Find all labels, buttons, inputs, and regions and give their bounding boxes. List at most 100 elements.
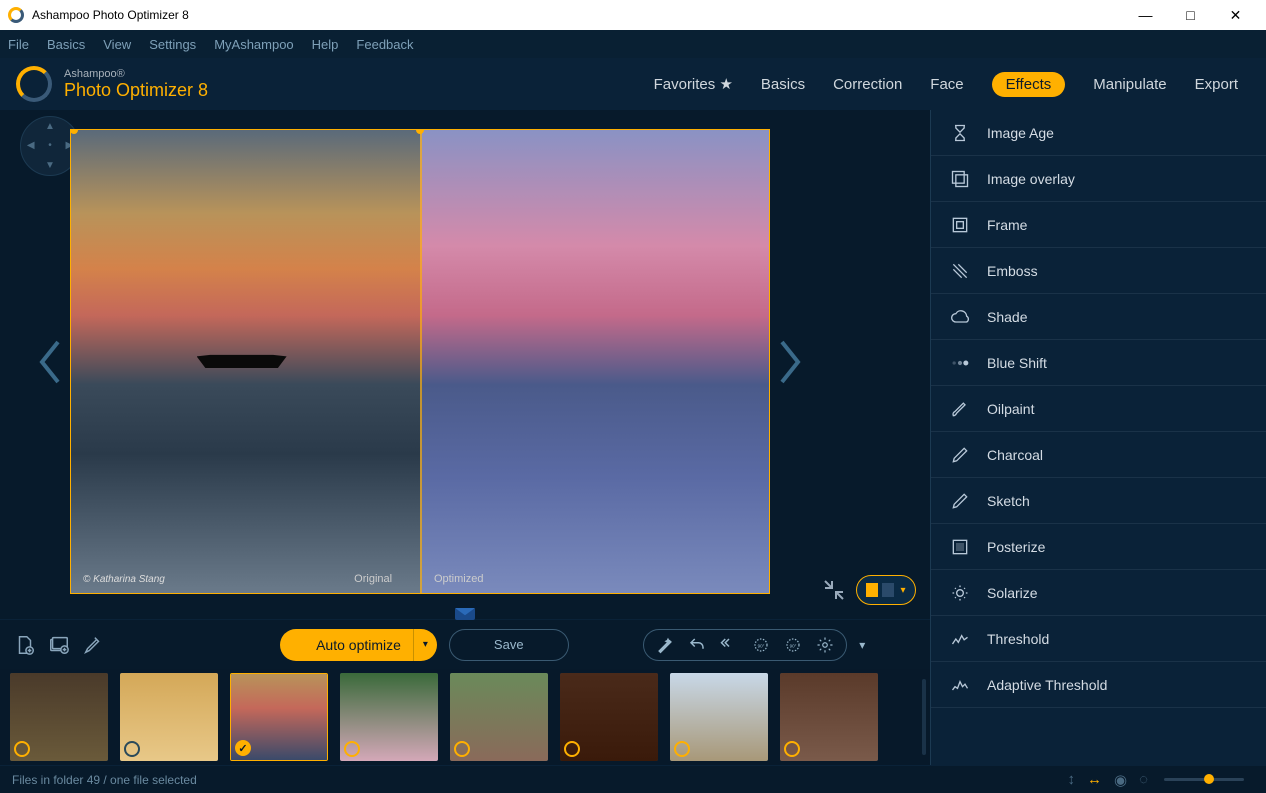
effect-posterize[interactable]: Posterize <box>931 524 1266 570</box>
selection-ring-icon[interactable] <box>784 741 800 757</box>
auto-optimize-button[interactable]: Auto optimize ▾ <box>280 629 437 661</box>
selection-ring-icon[interactable] <box>14 741 30 757</box>
filmstrip-scrollbar[interactable] <box>922 679 926 755</box>
nav-export[interactable]: Export <box>1195 76 1238 93</box>
effect-label: Oilpaint <box>987 401 1034 417</box>
window-title: Ashampoo Photo Optimizer 8 <box>32 8 189 22</box>
menu-help[interactable]: Help <box>312 37 339 52</box>
effect-emboss[interactable]: Emboss <box>931 248 1266 294</box>
app-logo-icon <box>8 7 24 23</box>
thumbnail[interactable] <box>340 673 438 761</box>
nav-manipulate[interactable]: Manipulate <box>1093 76 1166 93</box>
menu-settings[interactable]: Settings <box>149 37 196 52</box>
effect-blue-shift[interactable]: Blue Shift <box>931 340 1266 386</box>
pencil-icon <box>949 444 971 466</box>
selection-ring-icon[interactable] <box>454 741 470 757</box>
effect-solarize[interactable]: Solarize <box>931 570 1266 616</box>
thumbnail[interactable]: ✓ <box>230 673 328 761</box>
sort-horizontal-icon[interactable]: ↔ <box>1087 771 1102 788</box>
gear-icon[interactable] <box>816 636 834 654</box>
preview-compare[interactable]: © Katharina Stang Original Optimized <box>70 129 770 594</box>
menu-basics[interactable]: Basics <box>47 37 85 52</box>
compare-mode-toggle[interactable]: ▾ <box>856 575 916 605</box>
nav-effects[interactable]: Effects <box>992 72 1066 97</box>
statusbar: Files in folder 49 / one file selected ↕… <box>0 765 1266 793</box>
minimize-button[interactable]: — <box>1123 0 1168 30</box>
thumbnail[interactable] <box>560 673 658 761</box>
effect-frame[interactable]: Frame <box>931 202 1266 248</box>
effect-sketch[interactable]: Sketch <box>931 478 1266 524</box>
menu-file[interactable]: File <box>8 37 29 52</box>
nav-correction[interactable]: Correction <box>833 76 902 93</box>
mail-icon[interactable] <box>455 608 475 620</box>
menu-view[interactable]: View <box>103 37 131 52</box>
cloud-icon <box>949 306 971 328</box>
add-folder-icon[interactable] <box>48 634 70 656</box>
rotate-left-icon[interactable]: 90° <box>752 636 770 654</box>
effect-label: Shade <box>987 309 1027 325</box>
selection-ring-icon[interactable] <box>564 741 580 757</box>
effect-charcoal[interactable]: Charcoal <box>931 432 1266 478</box>
prev-image-button[interactable] <box>30 110 70 613</box>
thumbnail[interactable] <box>670 673 768 761</box>
selection-ring-icon[interactable] <box>124 741 140 757</box>
auto-optimize-dropdown[interactable]: ▾ <box>413 629 437 661</box>
frame-icon <box>949 214 971 236</box>
original-label: Original <box>354 573 392 585</box>
brand-company: Ashampoo® <box>64 68 208 80</box>
save-button[interactable]: Save <box>449 629 569 661</box>
emboss-icon <box>949 260 971 282</box>
tools-dropdown[interactable]: ▾ <box>859 638 865 652</box>
solarize-icon <box>949 582 971 604</box>
fit-screen-icon[interactable] <box>822 578 846 602</box>
undo-icon[interactable] <box>688 636 706 654</box>
maximize-button[interactable]: □ <box>1168 0 1213 30</box>
nav-face[interactable]: Face <box>930 76 963 93</box>
select-all-icon[interactable]: ◉ <box>1114 771 1127 789</box>
effect-label: Charcoal <box>987 447 1043 463</box>
sort-vertical-icon[interactable]: ↕ <box>1067 771 1075 788</box>
effect-label: Sketch <box>987 493 1030 509</box>
effect-adaptive-threshold[interactable]: Adaptive Threshold <box>931 662 1266 708</box>
brand-logo-icon <box>16 66 52 102</box>
selection-ring-icon[interactable] <box>674 741 690 757</box>
canvas-area: ▲ ◀•▶ ▼ − + © Kathari <box>0 110 930 765</box>
add-file-icon[interactable] <box>14 634 36 656</box>
titlebar: Ashampoo Photo Optimizer 8 — □ ✕ <box>0 0 1266 30</box>
effect-label: Image Age <box>987 125 1054 141</box>
effect-label: Posterize <box>987 539 1045 555</box>
effects-sidebar: Image Age Image overlayFrameEmboss Shade Bl… <box>930 110 1266 765</box>
effect-oilpaint[interactable]: Oilpaint <box>931 386 1266 432</box>
selection-ring-icon[interactable] <box>344 741 360 757</box>
effect-threshold[interactable]: Threshold <box>931 616 1266 662</box>
thumbnail[interactable] <box>10 673 108 761</box>
magic-wand-icon[interactable] <box>656 636 674 654</box>
thumbnail[interactable] <box>450 673 548 761</box>
overlay-icon <box>949 168 971 190</box>
deselect-icon[interactable]: ◌ <box>1139 771 1148 788</box>
thumbnail-size-slider[interactable] <box>1164 778 1244 781</box>
effect-image-age[interactable]: Image Age <box>931 110 1266 156</box>
edit-tools-group: 90° 90° <box>643 629 847 661</box>
effect-label: Threshold <box>987 631 1049 647</box>
nav-favorites[interactable]: Favorites ★ <box>654 75 733 93</box>
thumbnail[interactable] <box>780 673 878 761</box>
dots-icon <box>949 352 971 374</box>
copyright-label: © Katharina Stang <box>83 574 165 585</box>
selection-ring-icon[interactable]: ✓ <box>235 740 251 756</box>
brush-icon[interactable] <box>82 634 104 656</box>
undo-all-icon[interactable] <box>720 636 738 654</box>
effect-shade[interactable]: Shade <box>931 294 1266 340</box>
next-image-button[interactable] <box>770 110 810 613</box>
close-button[interactable]: ✕ <box>1213 0 1258 30</box>
filmstrip: ✓ <box>0 669 930 765</box>
nav-basics[interactable]: Basics <box>761 76 805 93</box>
rotate-right-icon[interactable]: 90° <box>784 636 802 654</box>
thumbnail[interactable] <box>120 673 218 761</box>
compare-divider[interactable] <box>420 130 422 593</box>
effect-image-overlay[interactable]: Image overlay <box>931 156 1266 202</box>
menu-myashampoo[interactable]: MyAshampoo <box>214 37 293 52</box>
threshold-icon <box>949 628 971 650</box>
svg-text:90°: 90° <box>790 643 797 648</box>
menu-feedback[interactable]: Feedback <box>356 37 413 52</box>
